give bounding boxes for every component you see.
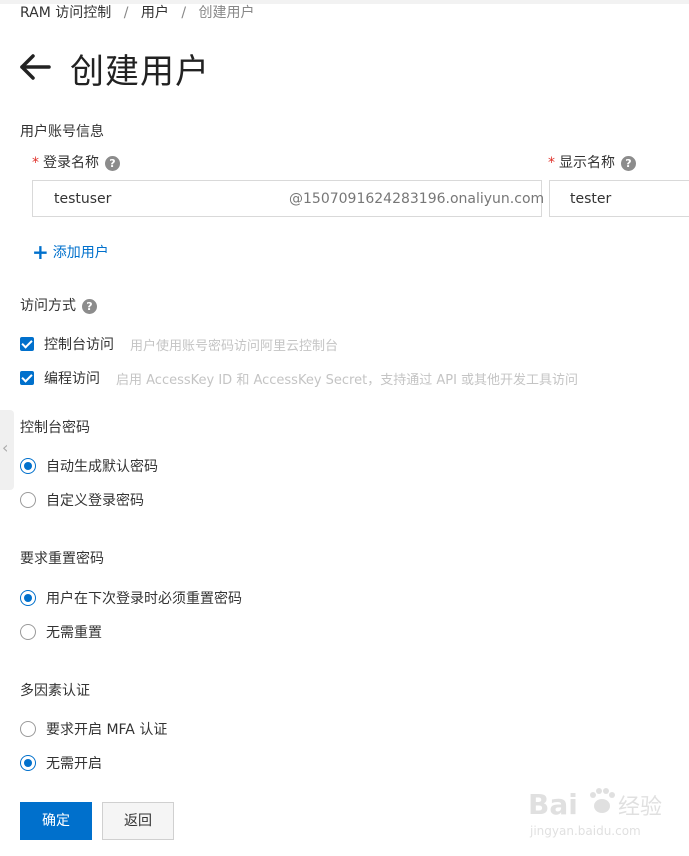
checkbox-checked-icon[interactable] xyxy=(20,337,34,351)
console-access-checkbox[interactable]: 控制台访问 用户使用账号密码访问阿里云控制台 xyxy=(20,334,339,354)
section-label-account: 用户账号信息 xyxy=(20,124,104,140)
breadcrumb-link-ram[interactable]: RAM 访问控制 xyxy=(20,5,111,21)
radio-selected-icon[interactable] xyxy=(20,458,36,474)
radio-selected-icon[interactable] xyxy=(20,590,36,606)
login-name-field[interactable]: testuser @1507091624283196.onaliyun.com xyxy=(32,180,545,217)
display-name-label: * 显示名称? xyxy=(548,152,636,172)
add-user-button[interactable]: + 添加用户 xyxy=(32,240,109,264)
breadcrumb-link-users[interactable]: 用户 xyxy=(141,5,169,21)
required-mark: * xyxy=(32,155,39,171)
plus-icon: + xyxy=(32,240,49,264)
watermark-text-bai: Bai xyxy=(528,788,578,821)
page-title: 创建用户 xyxy=(70,52,210,92)
login-name-label: * 登录名称? xyxy=(32,152,120,172)
radio-unselected-icon[interactable] xyxy=(20,624,36,640)
section-label-access: 访问方式? xyxy=(20,295,97,315)
help-icon[interactable]: ? xyxy=(621,155,636,171)
login-name-value: testuser xyxy=(54,191,112,207)
breadcrumb-current: 创建用户 xyxy=(198,5,255,21)
section-label-mfa: 多因素认证 xyxy=(20,683,90,699)
radio-unselected-icon[interactable] xyxy=(20,721,36,737)
chevron-left-icon: ‹ xyxy=(2,438,9,457)
console-access-label: 控制台访问 xyxy=(44,337,114,353)
watermark-text-jingyan: 经验 xyxy=(618,795,662,820)
programmatic-access-label: 编程访问 xyxy=(44,371,100,387)
confirm-button[interactable]: 确定 xyxy=(20,802,92,840)
radio-must-reset[interactable]: 用户在下次登录时必须重置密码 xyxy=(20,588,242,607)
required-mark: * xyxy=(548,155,555,171)
radio-no-mfa[interactable]: 无需开启 xyxy=(20,753,102,772)
section-label-reset-password: 要求重置密码 xyxy=(20,551,104,567)
display-name-field[interactable]: tester xyxy=(549,180,689,217)
programmatic-access-checkbox[interactable]: 编程访问 启用 AccessKey ID 和 AccessKey Secret，支… xyxy=(20,368,579,388)
radio-custom-password[interactable]: 自定义登录密码 xyxy=(20,490,144,509)
breadcrumb-separator: / xyxy=(181,5,187,21)
programmatic-access-hint: 启用 AccessKey ID 和 AccessKey Secret，支持通过 … xyxy=(116,372,579,388)
watermark-url: jingyan.baidu.com xyxy=(529,824,641,838)
radio-no-reset[interactable]: 无需重置 xyxy=(20,622,102,641)
paw-icon xyxy=(590,788,615,813)
breadcrumb: RAM 访问控制 / 用户 / 创建用户 xyxy=(20,2,255,22)
baidu-jingyan-watermark: Bai 经验 jingyan.baidu.com xyxy=(528,788,662,838)
checkbox-checked-icon[interactable] xyxy=(20,371,34,385)
console-access-hint: 用户使用账号密码访问阿里云控制台 xyxy=(130,338,339,354)
add-user-label: 添加用户 xyxy=(52,245,109,261)
help-icon[interactable]: ? xyxy=(105,155,120,171)
login-name-domain-suffix: @1507091624283196.onaliyun.com xyxy=(289,191,545,207)
back-button[interactable]: 返回 xyxy=(102,802,174,840)
side-collapse-tab[interactable]: ‹ xyxy=(0,410,14,490)
radio-auto-password[interactable]: 自动生成默认密码 xyxy=(20,456,158,475)
section-label-console-password: 控制台密码 xyxy=(20,420,90,436)
breadcrumb-separator: / xyxy=(123,5,129,21)
radio-require-mfa[interactable]: 要求开启 MFA 认证 xyxy=(20,719,167,738)
display-name-value: tester xyxy=(570,191,612,207)
help-icon[interactable]: ? xyxy=(82,298,97,314)
radio-unselected-icon[interactable] xyxy=(20,492,36,508)
arrow-left-icon[interactable] xyxy=(18,52,52,82)
radio-selected-icon[interactable] xyxy=(20,755,36,771)
